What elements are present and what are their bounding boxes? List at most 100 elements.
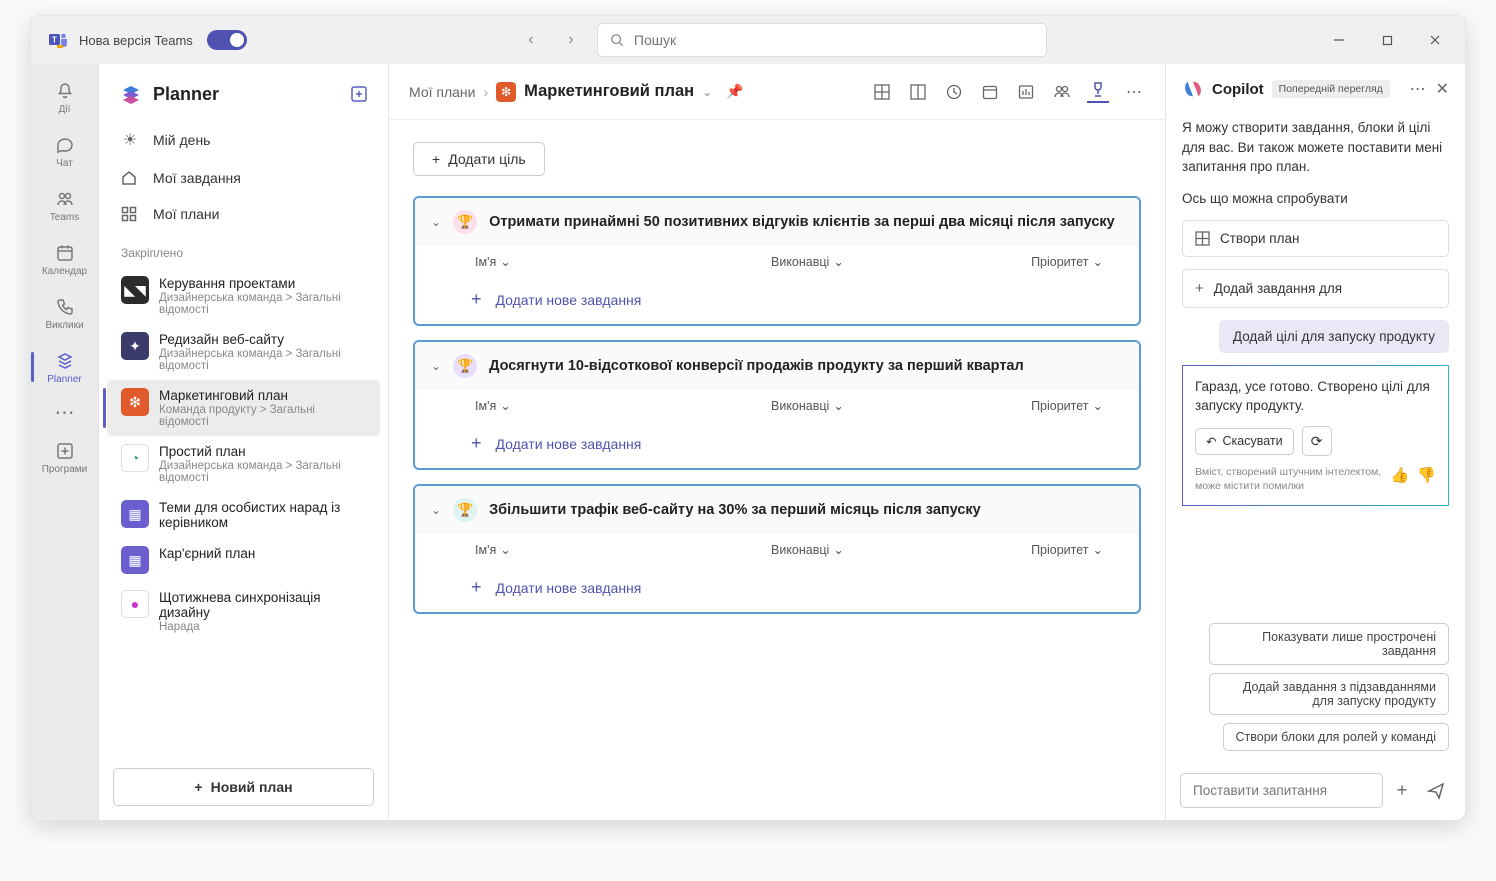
window-close-button[interactable] (1413, 24, 1457, 56)
pinned-plan-item[interactable]: ▦ Кар'єрний план (107, 538, 380, 582)
add-task-row[interactable]: + Додати нове завдання (415, 565, 1139, 612)
copilot-attach-button[interactable]: + (1387, 774, 1417, 808)
view-grid-icon[interactable] (871, 81, 893, 103)
rail-teams[interactable]: Teams (31, 178, 98, 232)
rail-label: Чат (56, 158, 73, 169)
add-task-row[interactable]: + Додати нове завдання (415, 421, 1139, 468)
column-name[interactable]: Ім'я ⌄ (475, 542, 765, 557)
view-schedule-icon[interactable] (979, 81, 1001, 103)
add-task-row[interactable]: + Додати нове завдання (415, 277, 1139, 324)
quick-prompt[interactable]: Створи блоки для ролей у команді (1223, 723, 1449, 751)
quick-prompt[interactable]: Додай завдання з підзавданнями для запус… (1209, 673, 1449, 715)
plan-name: Керування проектами (159, 276, 366, 291)
chevron-down-icon: ⌄ (431, 215, 441, 229)
phone-icon (55, 296, 75, 318)
thumbs-up-icon[interactable]: 👍 (1391, 466, 1410, 484)
rail-chat[interactable]: Чат (31, 124, 98, 178)
plus-icon: + (432, 151, 440, 167)
search-input[interactable] (634, 32, 1034, 48)
goal-card: ⌄ 🏆 Збільшити трафік веб-сайту на 30% за… (413, 484, 1141, 614)
rail-more[interactable]: ⋯ (31, 394, 98, 430)
titlebar: T Нова версія Teams ‹ › (31, 16, 1465, 64)
rail-planner[interactable]: Planner (31, 340, 98, 394)
copilot-panel: Copilot Попередній перегляд ⋯ ✕ Я можу с… (1165, 64, 1465, 820)
nav-my-day[interactable]: ☀ Мій день (107, 120, 380, 160)
calendar-icon (55, 242, 75, 264)
pinned-plan-item[interactable]: ✦ Редизайн веб-сайту Дизайнерська команд… (107, 324, 380, 380)
plan-name: Редизайн веб-сайту (159, 332, 366, 347)
people-icon (55, 188, 75, 210)
pinned-plan-item[interactable]: ◔ Простий план Дизайнерська команда > За… (107, 436, 380, 492)
retry-button[interactable]: ⟳ (1302, 426, 1332, 456)
copilot-logo-icon (1182, 78, 1204, 100)
copilot-suggestion-create-plan[interactable]: Створи план (1182, 220, 1449, 257)
more-options-icon[interactable]: ⋯ (1123, 81, 1145, 103)
view-goals-icon[interactable] (1087, 81, 1109, 103)
pin-icon[interactable]: 📌 (726, 83, 743, 100)
goal-header[interactable]: ⌄ 🏆 Збільшити трафік веб-сайту на 30% за… (415, 486, 1139, 534)
global-search[interactable] (597, 23, 1047, 57)
plus-icon: + (471, 577, 482, 598)
plan-header: Мої плани › ❇ Маркетинговий план ⌄ 📌 (389, 64, 1165, 120)
rail-label: Дії (59, 104, 71, 115)
copilot-send-button[interactable] (1421, 774, 1451, 808)
nav-label: Мої завдання (153, 170, 241, 186)
new-teams-toggle[interactable] (207, 30, 247, 50)
column-executors[interactable]: Виконавці ⌄ (771, 398, 931, 413)
goal-header[interactable]: ⌄ 🏆 Отримати принаймні 50 позитивних від… (415, 198, 1139, 246)
thumbs-down-icon[interactable]: 👎 (1417, 466, 1436, 484)
pinned-section-label: Закріплено (99, 232, 388, 268)
view-people-icon[interactable] (1051, 81, 1073, 103)
rail-calendar[interactable]: Календар (31, 232, 98, 286)
column-priority[interactable]: Пріоритет ⌄ (1031, 398, 1103, 413)
plan-name: Простий план (159, 444, 366, 459)
app-rail: Дії Чат Teams Календар Виклики Planner (31, 64, 99, 820)
copilot-input[interactable] (1180, 773, 1383, 808)
chevron-down-icon: ⌄ (833, 254, 843, 269)
nav-back-button[interactable]: ‹ (517, 26, 545, 54)
copilot-close-icon[interactable]: ✕ (1436, 79, 1449, 99)
rail-apps[interactable]: Програми (31, 430, 98, 484)
view-timeline-icon[interactable] (943, 81, 965, 103)
apps-icon (55, 440, 75, 462)
rail-calls[interactable]: Виклики (31, 286, 98, 340)
nav-forward-button[interactable]: › (557, 26, 585, 54)
goal-header[interactable]: ⌄ 🏆 Досягнути 10-відсоткової конверсії п… (415, 342, 1139, 390)
plan-icon: ● (121, 590, 149, 618)
nav-my-plans[interactable]: Мої плани (107, 196, 380, 232)
column-executors[interactable]: Виконавці ⌄ (771, 542, 931, 557)
bell-icon (55, 80, 75, 102)
rail-label: Календар (42, 266, 87, 277)
window-maximize-button[interactable] (1365, 24, 1409, 56)
plan-name: Щотижнева синхронізація дизайну (159, 590, 366, 620)
quick-prompt[interactable]: Показувати лише прострочені завдання (1209, 623, 1449, 665)
view-charts-icon[interactable] (1015, 81, 1037, 103)
column-name[interactable]: Ім'я ⌄ (475, 398, 765, 413)
chevron-down-icon[interactable]: ⌄ (702, 85, 712, 99)
add-goal-button[interactable]: + Додати ціль (413, 142, 545, 176)
window-minimize-button[interactable] (1317, 24, 1361, 56)
rail-activity[interactable]: Дії (31, 70, 98, 124)
breadcrumb-root[interactable]: Мої плани (409, 84, 475, 100)
column-executors[interactable]: Виконавці ⌄ (771, 254, 931, 269)
goal-card: ⌄ 🏆 Досягнути 10-відсоткової конверсії п… (413, 340, 1141, 470)
pinned-plan-item[interactable]: ▦ Теми для особистих нарад із керівником (107, 492, 380, 538)
chevron-down-icon: ⌄ (500, 398, 510, 413)
column-name[interactable]: Ім'я ⌄ (475, 254, 765, 269)
column-priority[interactable]: Пріоритет ⌄ (1031, 542, 1103, 557)
new-tab-button[interactable] (350, 85, 368, 103)
new-plan-button[interactable]: + Новий план (113, 768, 374, 806)
copilot-suggestion-add-task[interactable]: + Додай завдання для (1182, 269, 1449, 308)
undo-button[interactable]: ↶ Скасувати (1195, 428, 1294, 455)
plus-icon: + (471, 289, 482, 310)
goal-card: ⌄ 🏆 Отримати принаймні 50 позитивних від… (413, 196, 1141, 326)
copilot-more-icon[interactable]: ⋯ (1410, 79, 1426, 99)
view-board-icon[interactable] (907, 81, 929, 103)
goal-title: Збільшити трафік веб-сайту на 30% за пер… (489, 502, 1123, 518)
pinned-plan-item[interactable]: ● Щотижнева синхронізація дизайну Нарада (107, 582, 380, 641)
pinned-plan-item[interactable]: ❇ Маркетинговий план Команда продукту > … (107, 380, 380, 436)
column-priority[interactable]: Пріоритет ⌄ (1031, 254, 1103, 269)
nav-my-tasks[interactable]: Мої завдання (107, 160, 380, 196)
plan-subtitle: Команда продукту > Загальні відомості (159, 404, 366, 428)
pinned-plan-item[interactable]: ◣◥ Керування проектами Дизайнерська кома… (107, 268, 380, 324)
